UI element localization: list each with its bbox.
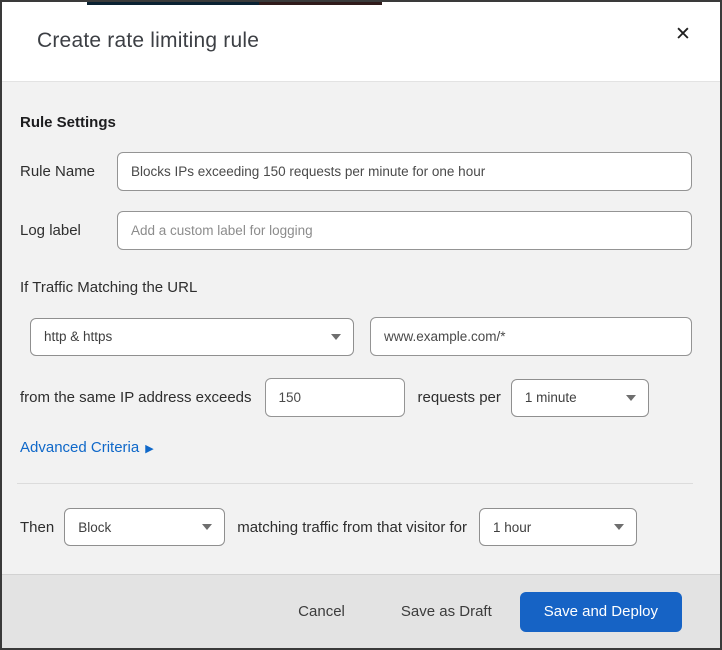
dialog-header: Create rate limiting rule ✕	[2, 5, 720, 82]
chevron-down-icon	[331, 333, 341, 340]
url-pattern-input[interactable]	[370, 317, 692, 356]
duration-select-value: 1 hour	[493, 519, 532, 535]
close-icon[interactable]: ✕	[668, 19, 698, 49]
scheme-select-value: http & https	[44, 329, 113, 344]
scheme-url-row: http & https	[20, 317, 692, 356]
chevron-down-icon	[614, 524, 625, 530]
action-middle-text: matching traffic from that visitor for	[237, 518, 468, 536]
action-select[interactable]: Block	[64, 508, 226, 546]
save-as-draft-button[interactable]: Save as Draft	[391, 595, 502, 628]
threshold-row: from the same IP address exceeds request…	[20, 378, 692, 417]
period-select[interactable]: 1 minute	[510, 378, 649, 417]
rule-name-row: Rule Name	[20, 152, 692, 191]
action-prefix-text: Then	[20, 518, 55, 536]
log-label-input[interactable]	[117, 211, 692, 250]
action-select-value: Block	[78, 519, 112, 535]
triangle-right-icon: ▶	[145, 443, 154, 455]
rate-limit-dialog: Create rate limiting rule ✕ Rule Setting…	[0, 0, 722, 650]
dialog-body: Rule Settings Rule Name Log label If Tra…	[2, 82, 720, 574]
rule-name-label: Rule Name	[20, 163, 96, 180]
period-select-value: 1 minute	[524, 390, 577, 405]
cancel-button[interactable]: Cancel	[288, 595, 355, 628]
section-divider	[17, 483, 693, 484]
rule-settings-heading: Rule Settings	[20, 114, 116, 131]
save-and-deploy-button[interactable]: Save and Deploy	[519, 591, 682, 632]
threshold-prefix-text: from the same IP address exceeds	[20, 389, 252, 406]
log-label-row: Log label	[20, 211, 692, 250]
dialog-title: Create rate limiting rule	[37, 29, 260, 52]
log-label-label: Log label	[20, 222, 81, 239]
chevron-down-icon	[625, 394, 636, 401]
dialog-footer: Cancel Save as Draft Save and Deploy	[2, 574, 720, 648]
request-threshold-input[interactable]	[264, 378, 405, 417]
threshold-suffix-text: requests per	[417, 389, 501, 406]
advanced-criteria-link[interactable]: Advanced Criteria ▶	[20, 439, 154, 456]
advanced-criteria-label: Advanced Criteria	[20, 439, 140, 456]
chevron-down-icon	[202, 524, 213, 530]
duration-select[interactable]: 1 hour	[479, 508, 638, 546]
action-row: Then Block matching traffic from that vi…	[20, 508, 692, 546]
scheme-select[interactable]: http & https	[30, 317, 354, 356]
rule-name-input[interactable]	[117, 152, 692, 191]
traffic-match-heading: If Traffic Matching the URL	[20, 279, 198, 296]
